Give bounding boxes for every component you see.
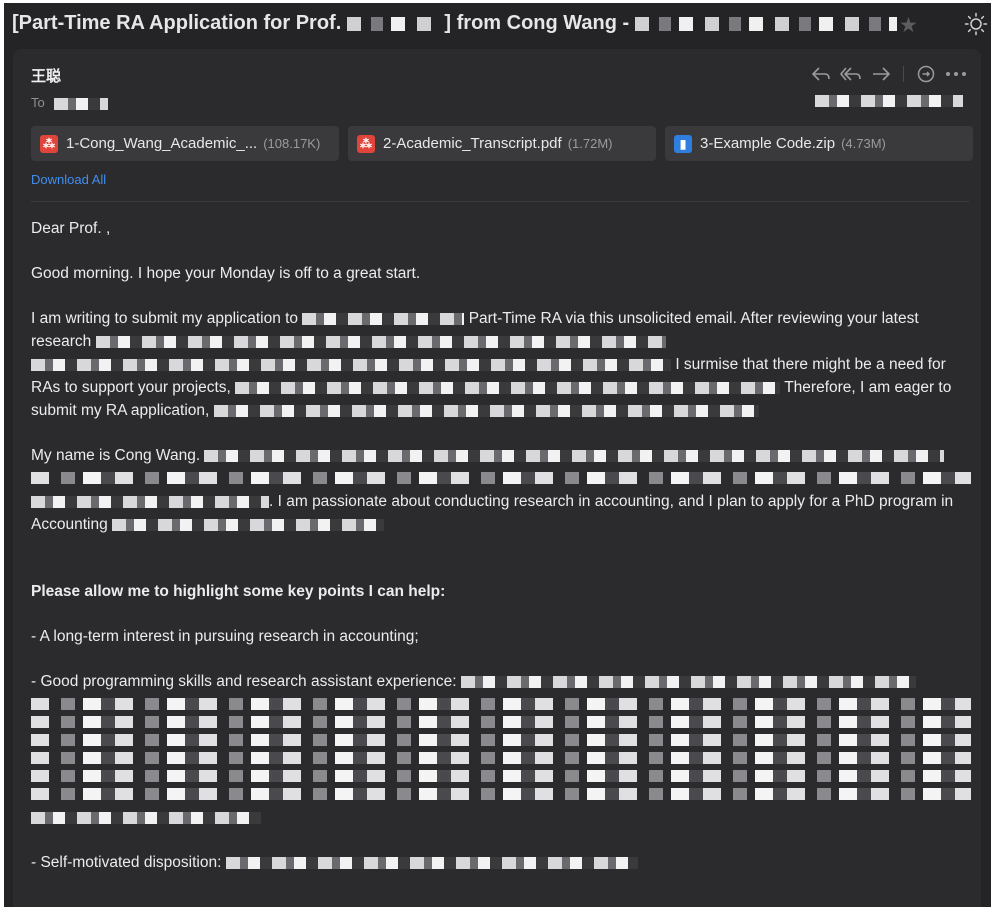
redacted-block (634, 16, 897, 31)
attachment-size: (1.72M) (567, 136, 613, 151)
redacted-line (31, 734, 971, 746)
redacted-block (815, 95, 963, 107)
toolbar-separator (903, 66, 904, 82)
header-divider (31, 201, 969, 202)
redacted-block (31, 811, 261, 824)
highlight-heading: Please allow me to highlight some key po… (31, 583, 446, 600)
redacted-block (112, 518, 385, 531)
redacted-line (31, 698, 971, 710)
zip-icon: ▮ (674, 134, 692, 153)
redacted-block (235, 381, 781, 394)
attachment-size: (4.73M) (841, 136, 886, 151)
redacted-block (460, 675, 916, 688)
redacted-block (302, 312, 465, 325)
sun-icon[interactable] (964, 12, 988, 36)
sender-name: 王聪 (31, 68, 62, 85)
to-label: To (31, 95, 45, 110)
redacted-block (204, 449, 945, 462)
redacted-line (31, 770, 971, 782)
redacted-line (31, 752, 971, 764)
email-subject: [Part-Time RA Application for Prof. ] fr… (12, 12, 897, 35)
attachment-transcript[interactable]: ⁂ 2-Academic_Transcript.pdf (1.72M) (348, 126, 656, 161)
redacted-block (54, 97, 109, 110)
message-actions (811, 63, 967, 85)
attachment-name: 2-Academic_Transcript.pdf (383, 135, 562, 152)
redacted-block (31, 495, 269, 508)
attachment-size: (108.17K) (263, 136, 321, 151)
summarize-icon[interactable] (916, 64, 936, 84)
reply-all-icon[interactable] (840, 66, 862, 82)
paragraph-application: I am writing to submit my application to… (31, 307, 971, 422)
point-interest: - A long-term interest in pursuing resea… (31, 628, 419, 645)
redacted-block (95, 335, 666, 348)
forward-icon[interactable] (871, 66, 891, 82)
text-segment: - Good programming skills and research a… (31, 673, 457, 690)
subject-suffix: ] from Cong Wang - (444, 12, 630, 34)
pdf-icon: ⁂ (357, 134, 375, 153)
redacted-line (31, 788, 971, 800)
greeting: Dear Prof. , (31, 220, 111, 237)
attachment-name: 1-Cong_Wang_Academic_... (66, 135, 258, 152)
attachment-list: ⁂ 1-Cong_Wang_Academic_... (108.17K) ⁂ 2… (31, 126, 973, 161)
text-segment: My name is Cong Wang. (31, 447, 201, 464)
redacted-block (213, 404, 759, 417)
title-bar: [Part-Time RA Application for Prof. ] fr… (4, 3, 991, 45)
attachment-name: 3-Example Code.zip (700, 135, 836, 152)
mail-window: [Part-Time RA Application for Prof. ] fr… (4, 3, 991, 907)
subject-text: [Part-Time RA Application for Prof. (12, 12, 342, 34)
text-segment: I am writing to submit my application to (31, 310, 299, 327)
download-all-link[interactable]: Download All (31, 172, 106, 187)
pdf-icon: ⁂ (40, 134, 58, 153)
reply-icon[interactable] (811, 66, 831, 82)
redacted-line (31, 716, 971, 728)
attachment-cv[interactable]: ⁂ 1-Cong_Wang_Academic_... (108.17K) (31, 126, 339, 161)
attachment-code[interactable]: ▮ 3-Example Code.zip (4.73M) (665, 126, 973, 161)
paragraph-intro: Good morning. I hope your Monday is off … (31, 265, 421, 282)
message-card: 王聪 To ⁂ 1-Cong_Wang_Academic_... (108.17… (13, 49, 981, 907)
point-self-motivated: - Self-motivated disposition: (31, 851, 971, 874)
recipient-line: To (31, 95, 109, 110)
redacted-block (346, 16, 439, 31)
redacted-block (31, 358, 671, 371)
star-icon[interactable]: ★ (899, 13, 918, 38)
redacted-line (31, 472, 971, 484)
point-programming: - Good programming skills and research a… (31, 670, 971, 829)
paragraph-about: My name is Cong Wang. . I am passionate … (31, 444, 971, 536)
more-icon[interactable] (945, 70, 967, 78)
text-segment: - Self-motivated disposition: (31, 854, 222, 871)
redacted-block (225, 856, 638, 869)
message-body: Dear Prof. , Good morning. I hope your M… (31, 217, 971, 874)
